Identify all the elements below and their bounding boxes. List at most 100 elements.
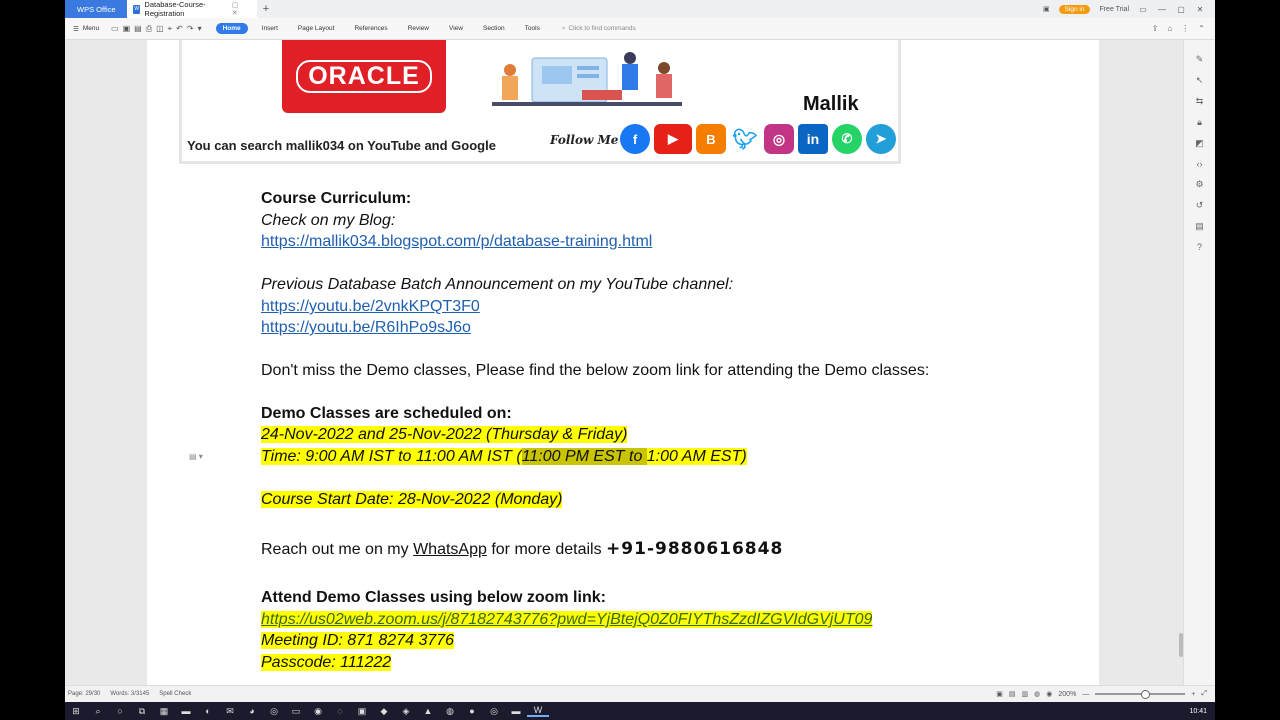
read-mode-icon[interactable]: ▤ [1009, 690, 1016, 698]
open-icon[interactable]: ▭ [111, 24, 119, 33]
app-icon-6[interactable]: ◈ [395, 706, 417, 717]
maximize-icon[interactable]: ▢ [1176, 5, 1186, 14]
more-icon[interactable]: ⋮ [1181, 24, 1189, 33]
search-icon[interactable]: ⌕ [87, 706, 109, 717]
pen-icon[interactable]: ✎ [1196, 54, 1204, 65]
prev-batch-label: Previous Database Batch Announcement on … [261, 276, 734, 293]
tab-references[interactable]: References [344, 25, 397, 32]
layout-icon[interactable]: ▣ [1043, 5, 1050, 13]
ribbon-right-tools: ⇪ ⌂ ⋮ ⌃ [1152, 24, 1215, 33]
eye-protection-icon[interactable]: ◉ [1046, 690, 1052, 698]
passcode-line: Passcode: 111222 [261, 652, 392, 674]
replace-icon[interactable]: ⇆ [1196, 96, 1204, 107]
app-icon-5[interactable]: ◆ [373, 706, 395, 717]
passcode: Passcode: 111222 [261, 654, 392, 671]
collapse-ribbon-icon[interactable]: ⌃ [1198, 24, 1205, 33]
wps-taskbar-icon[interactable]: W [527, 705, 549, 717]
web-layout-icon[interactable]: ◍ [1034, 690, 1040, 698]
tab-section[interactable]: Section [473, 25, 515, 32]
firefox-icon[interactable]: ◕ [241, 706, 263, 716]
sign-in-button[interactable]: Sign in [1058, 4, 1091, 14]
undo-icon[interactable]: ↶ [176, 24, 183, 33]
zoom-out-icon[interactable]: — [1082, 691, 1089, 698]
view-mode-icon[interactable]: ▣ [996, 690, 1003, 698]
instagram-icon: ◎ [764, 124, 794, 154]
app-icon-7[interactable]: ▲ [417, 706, 439, 716]
print-layout-icon[interactable]: ▥ [1022, 690, 1029, 698]
new-tab-button[interactable]: + [257, 3, 275, 15]
restore-panel-icon[interactable]: ▭ [1138, 5, 1148, 14]
demo-heading: Demo Classes are scheduled on: [261, 405, 512, 422]
edge-icon[interactable]: ◐ [197, 706, 219, 716]
app-icon-4[interactable]: ▣ [351, 706, 373, 717]
word-count[interactable]: Words: 3/3145 [110, 691, 149, 697]
app-icon-3[interactable]: ◌ [329, 706, 351, 716]
app-icon-10[interactable]: ◎ [483, 706, 505, 717]
tab-controls-icon[interactable]: ▢ ✕ [232, 1, 251, 17]
menu-button[interactable]: ☰ Menu [65, 25, 111, 33]
find-commands-search[interactable]: ⌕ Click to find commands [562, 25, 636, 33]
app-icon-1[interactable]: ▭ [285, 706, 307, 717]
zoom-level[interactable]: 200% [1058, 691, 1076, 698]
right-letterbox [1215, 0, 1280, 720]
fullscreen-icon[interactable]: ⤢ [1201, 690, 1207, 698]
redo-icon[interactable]: ↷ [187, 24, 194, 33]
dropdown-icon[interactable]: ▾ [198, 24, 202, 33]
select-icon[interactable]: ↖ [1196, 75, 1204, 86]
social-icons: f ▶ B 🐦︎ ◎ in ✆ ➤ [620, 124, 896, 154]
youtube-link-2[interactable]: https://youtu.be/R6IhPo9sJ6o [261, 317, 471, 339]
collaborate-icon[interactable]: ⌂ [1167, 24, 1172, 33]
minimize-icon[interactable]: — [1157, 5, 1167, 14]
code-icon[interactable]: ‹› [1197, 159, 1203, 169]
paragraph-marker-icon[interactable]: ▤ ▾ [189, 452, 203, 461]
history-icon[interactable]: ↺ [1196, 200, 1204, 211]
start-date-text: Course Start Date: 28-Nov-2022 (Monday) [261, 491, 563, 508]
close-icon[interactable]: ✕ [1195, 5, 1205, 14]
zoom-in-icon[interactable]: + [1191, 691, 1195, 698]
whatsapp-icon: ✆ [832, 124, 862, 154]
tab-review[interactable]: Review [398, 25, 439, 32]
tab-wps-office[interactable]: WPS Office [65, 0, 127, 18]
zoom-link-line: https://us02web.zoom.us/j/87182743776?pw… [261, 609, 873, 631]
app-icon-8[interactable]: ◍ [439, 706, 461, 717]
spell-check[interactable]: Spell Check [159, 691, 191, 697]
lock-icon[interactable]: 🔒︎ [1197, 117, 1202, 128]
tab-document[interactable]: W Database-Course-Registration ▢ ✕ [127, 0, 257, 18]
print-icon[interactable]: ⎙ [146, 24, 152, 34]
facebook-icon: f [620, 124, 650, 154]
tab-tools[interactable]: Tools [515, 25, 550, 32]
tab-home[interactable]: Home [215, 23, 248, 34]
zoom-link[interactable]: https://us02web.zoom.us/j/87182743776?pw… [261, 611, 873, 628]
windows-start-icon[interactable]: ⊞ [65, 706, 87, 717]
youtube-link-1[interactable]: https://youtu.be/2vnkKPQT3F0 [261, 296, 480, 318]
preview-icon[interactable]: ◫ [156, 24, 164, 33]
page-count[interactable]: Page: 29/30 [68, 691, 100, 697]
search-instruction: You can search mallik034 on YouTube and … [187, 138, 496, 153]
store-icon[interactable]: ▦ [153, 706, 175, 717]
share-icon[interactable]: ⇪ [1152, 24, 1159, 33]
help-icon[interactable]: ? [1197, 242, 1202, 252]
task-view-icon[interactable]: ⧉ [131, 706, 153, 717]
zoom-slider[interactable] [1095, 690, 1186, 699]
tab-page-layout[interactable]: Page Layout [288, 25, 345, 32]
chrome-icon[interactable]: ◎ [263, 706, 285, 717]
comment-icon[interactable]: ▤ [1195, 221, 1204, 232]
windows-taskbar: ⊞ ⌕ ○ ⧉ ▦ ▬ ◐ ✉ ◕ ◎ ▭ ◉ ◌ ▣ ◆ ◈ ▲ ◍ ● ◎ … [65, 702, 1215, 720]
blog-link[interactable]: https://mallik034.blogspot.com/p/databas… [261, 231, 652, 253]
app-icon-9[interactable]: ● [461, 706, 483, 716]
app-icon-2[interactable]: ◉ [307, 706, 329, 717]
settings-icon[interactable]: ⚙ [1195, 179, 1203, 190]
save-icon[interactable]: ▣ [123, 24, 131, 33]
file-explorer-icon[interactable]: ▬ [175, 706, 197, 716]
mail-icon[interactable]: ✉ [219, 706, 241, 717]
system-clock: 10:41 [1189, 707, 1207, 715]
free-trial-button[interactable]: Free Trial [1099, 6, 1129, 13]
tab-insert[interactable]: Insert [252, 25, 288, 32]
format-painter-icon[interactable]: ⌖ [168, 24, 173, 34]
tab-view[interactable]: View [439, 25, 473, 32]
app-icon-11[interactable]: ▬ [505, 706, 527, 716]
translate-icon[interactable]: ◩ [1195, 138, 1204, 149]
hamburger-icon: ☰ [73, 25, 79, 33]
export-icon[interactable]: ▤ [134, 24, 142, 33]
cortana-icon[interactable]: ○ [109, 706, 131, 716]
